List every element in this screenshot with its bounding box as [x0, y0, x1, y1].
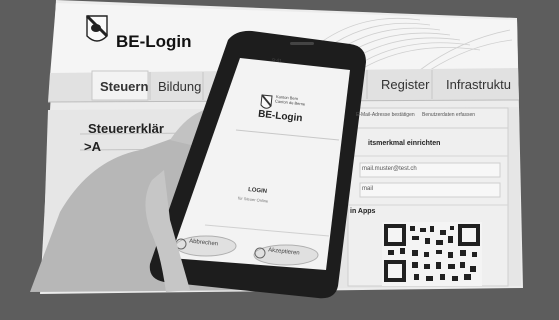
tab-bildung[interactable]: Bildung — [158, 79, 201, 94]
photo-frame — [0, 0, 559, 320]
security-heading: itsmerkmal einrichten — [368, 140, 441, 147]
step-user-data: Benutzerdaten erfassen — [422, 112, 476, 118]
tab-register[interactable]: Register — [381, 77, 429, 92]
qr-code — [382, 222, 482, 286]
section-title: Steuererklär — [88, 121, 164, 136]
email-field[interactable]: mail.muster@test.ch — [362, 166, 417, 172]
apps-label: in Apps — [350, 208, 376, 215]
phone-status-time: 9:41 — [271, 57, 283, 65]
canton-bern-crest-icon — [85, 14, 109, 42]
tab-steuern[interactable]: Steuern — [100, 79, 148, 94]
step-email-confirm: E-Mail-Adresse bestätigen — [356, 112, 415, 118]
tab-infrastruktur[interactable]: Infrastruktu — [446, 77, 518, 92]
subsection-link[interactable]: >A — [84, 139, 101, 154]
email-label: mail — [362, 186, 374, 192]
brand-title: BE-Login — [116, 32, 192, 51]
